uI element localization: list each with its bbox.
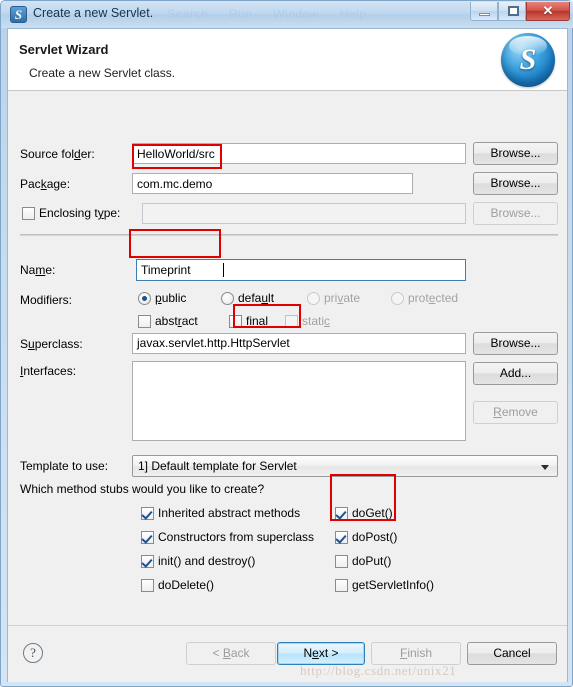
name-input-caret (223, 263, 224, 277)
divider-top (20, 234, 558, 236)
enclosing-type-browse-button: Browse... (473, 202, 558, 225)
template-select[interactable]: 1] Default template for Servlet (132, 455, 558, 477)
stub-label-doget: doGet() (352, 506, 393, 520)
modifier-label-final: final (246, 314, 269, 328)
maximize-icon (508, 6, 519, 16)
title-bar: S Create a new Servlet. Search Run Windo… (1, 1, 573, 28)
enclosing-type-label: Enclosing type: (39, 206, 121, 220)
package-input[interactable] (132, 173, 413, 194)
stub-checkbox-init-and-destroy[interactable] (141, 555, 154, 568)
modifier-label-public: public (155, 291, 187, 305)
template-label: Template to use: (20, 459, 109, 473)
interfaces-add-button[interactable]: Add... (473, 362, 558, 385)
wizard-form: Source folder: Browse... Package: Browse… (8, 91, 567, 625)
method-stubs-question: Which method stubs would you like to cre… (20, 482, 265, 496)
modifier-checkbox-final[interactable] (229, 315, 242, 328)
servlet-app-icon-glyph: S (14, 7, 23, 22)
stub-checkbox-dopost[interactable] (335, 531, 348, 544)
chevron-down-icon (541, 465, 549, 470)
stub-checkbox-doput[interactable] (335, 555, 348, 568)
modifier-radio-private (307, 292, 320, 305)
superclass-value-prefix: javax.servlet.http. (137, 336, 231, 350)
ghost-menu-search: Search (167, 7, 209, 21)
minimize-button[interactable] (470, 2, 498, 21)
next-button[interactable]: Next > (277, 642, 365, 665)
dialog-footer: ? < Back Next > Finish Cancel (8, 625, 567, 682)
close-icon: ✕ (542, 3, 554, 18)
wizard-title: Servlet Wizard (19, 42, 109, 57)
enclosing-type-input[interactable] (142, 203, 466, 224)
source-folder-label: Source folder: (20, 147, 95, 161)
name-input[interactable] (136, 259, 466, 281)
help-icon[interactable]: ? (23, 643, 43, 663)
stub-label-doput: doPut() (352, 554, 392, 568)
source-folder-input[interactable] (132, 143, 466, 164)
modifier-radio-public[interactable] (138, 292, 151, 305)
interfaces-label: Interfaces: (20, 364, 77, 378)
interfaces-remove-button: Remove (473, 401, 558, 424)
ghost-menu-run: Run (228, 7, 253, 21)
servlet-app-icon: S (10, 6, 27, 23)
dialog-window: S Create a new Servlet. Search Run Windo… (0, 0, 573, 687)
stub-label-dopost: doPost() (352, 530, 398, 544)
stub-label-constructors-from-superclass: Constructors from superclass (158, 530, 315, 544)
package-label: Package: (20, 177, 71, 191)
stub-checkbox-getservletinfo[interactable] (335, 579, 348, 592)
stub-checkbox-inherited-abstract-methods[interactable] (141, 507, 154, 520)
stub-checkbox-dodelete[interactable] (141, 579, 154, 592)
wizard-subtitle: Create a new Servlet class. (29, 66, 176, 80)
interfaces-list[interactable] (132, 361, 466, 441)
window-controls: ✕ (470, 2, 570, 21)
modifier-label-default: default (238, 291, 275, 305)
package-browse-button[interactable]: Browse... (473, 172, 558, 195)
modifier-label-static: static (302, 314, 331, 328)
modifier-radio-protected (391, 292, 404, 305)
wizard-header: Servlet Wizard Create a new Servlet clas… (8, 29, 567, 91)
back-button: < Back (186, 642, 276, 665)
superclass-label: Superclass: (20, 337, 83, 351)
stub-checkbox-constructors-from-superclass[interactable] (141, 531, 154, 544)
modifier-label-abstract: abstract (155, 314, 198, 328)
close-button[interactable]: ✕ (526, 2, 570, 21)
modifier-label-protected: protected (408, 291, 459, 305)
superclass-value-highlight: HttpServlet (230, 336, 290, 350)
servlet-sphere-logo: S (501, 33, 555, 87)
ghost-menu-window: Window (273, 7, 319, 21)
cancel-button[interactable]: Cancel (467, 642, 557, 665)
enclosing-type-checkbox[interactable] (22, 207, 35, 220)
stub-label-inherited-abstract-methods: Inherited abstract methods (158, 506, 301, 520)
stub-label-getservletinfo: getServletInfo() (352, 578, 435, 592)
ghost-menu-help: Help (339, 7, 367, 21)
finish-button: Finish (371, 642, 461, 665)
maximize-button[interactable] (498, 2, 526, 21)
superclass-input[interactable]: javax.servlet.http.HttpServlet (132, 333, 466, 354)
servlet-sphere-logo-glyph: S (519, 43, 537, 76)
modifier-label-private: private (324, 291, 361, 305)
source-folder-browse-button[interactable]: Browse... (473, 142, 558, 165)
name-label: Name: (20, 263, 56, 277)
stub-label-init-and-destroy: init() and destroy() (158, 554, 256, 568)
dialog-client-area: Servlet Wizard Create a new Servlet clas… (7, 28, 568, 682)
modifier-radio-default[interactable] (221, 292, 234, 305)
minimize-icon (479, 13, 490, 16)
template-selected-value: 1] Default template for Servlet (138, 459, 297, 473)
modifiers-label: Modifiers: (20, 293, 73, 307)
superclass-browse-button[interactable]: Browse... (473, 332, 558, 355)
window-title: Create a new Servlet. (33, 6, 154, 20)
modifier-checkbox-abstract[interactable] (138, 315, 151, 328)
stub-checkbox-doget[interactable] (335, 507, 348, 520)
modifier-checkbox-static (285, 315, 298, 328)
ghost-menubar: Search Run Window Help (167, 7, 383, 21)
stub-label-dodelete: doDelete() (158, 578, 215, 592)
